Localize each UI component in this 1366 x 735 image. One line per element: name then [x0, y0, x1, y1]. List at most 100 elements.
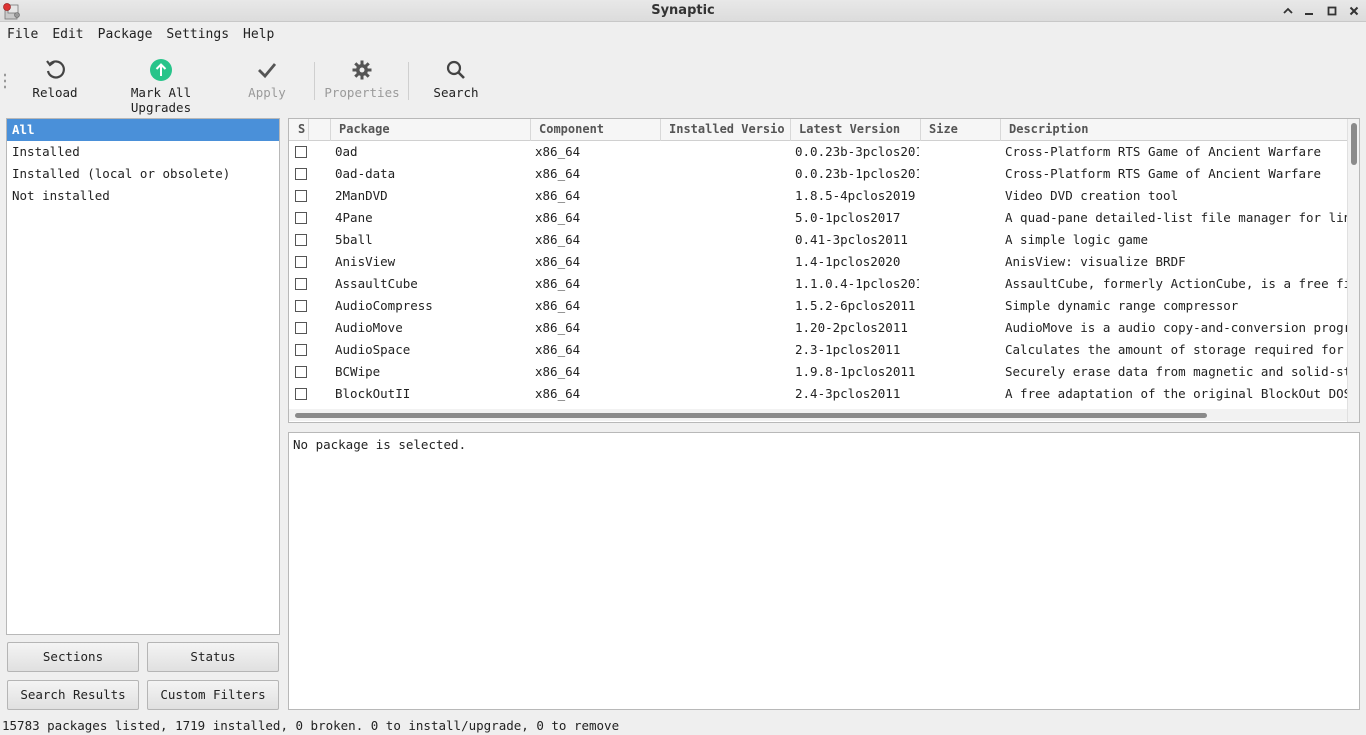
cell-installed-version	[665, 317, 789, 339]
package-list: S Package Component Installed Versio Lat…	[288, 118, 1360, 423]
package-checkbox[interactable]	[295, 146, 307, 158]
cell-size	[925, 229, 1001, 251]
search-results-button[interactable]: Search Results	[7, 680, 139, 710]
menu-help[interactable]: Help	[236, 24, 281, 46]
cell-component: x86_64	[535, 144, 581, 159]
cell-package: 4Pane	[335, 210, 373, 225]
cell-package: BCWipe	[335, 364, 381, 379]
mark-all-upgrades-label: Mark All Upgrades	[130, 85, 192, 115]
minimize-icon[interactable]	[1301, 3, 1317, 19]
cell-installed-version	[665, 273, 789, 295]
cell-component: x86_64	[535, 276, 581, 291]
cell-description: A quad-pane detailed-list file manager f…	[1005, 210, 1349, 225]
cell-description: Video DVD creation tool	[1005, 188, 1179, 203]
package-list-header: S Package Component Installed Versio Lat…	[289, 119, 1349, 141]
sections-button[interactable]: Sections	[7, 642, 139, 672]
vertical-scrollbar[interactable]	[1347, 119, 1359, 422]
filter-item-installed-local-obsolete[interactable]: Installed (local or obsolete)	[7, 163, 279, 185]
column-header-status[interactable]: S	[289, 119, 309, 141]
search-icon	[430, 58, 482, 82]
properties-label: Properties	[324, 85, 400, 100]
maximize-chevron-icon[interactable]	[1280, 3, 1296, 19]
mark-all-upgrades-button[interactable]: Mark All Upgrades	[98, 58, 224, 115]
window-title: Synaptic	[651, 3, 715, 18]
menu-bar: File Edit Package Settings Help	[0, 24, 1366, 46]
search-label: Search	[433, 85, 479, 100]
cell-installed-version	[665, 383, 789, 405]
cell-latest-version: 2.3-1pclos2011	[795, 342, 901, 357]
package-checkbox[interactable]	[295, 190, 307, 202]
column-header-description[interactable]: Description	[1001, 119, 1349, 141]
package-checkbox[interactable]	[295, 322, 307, 334]
table-row[interactable]: 0ad-data x86_64 0.0.23b-1pclos2018 Cross-Pl…	[289, 163, 1349, 185]
filter-item-all[interactable]: All	[7, 119, 279, 141]
table-row[interactable]: 2ManDVD x86_64 1.8.5-4pclos2019 Video DVD c…	[289, 185, 1349, 207]
vertical-scrollbar-thumb[interactable]	[1351, 123, 1357, 165]
package-checkbox[interactable]	[295, 234, 307, 246]
package-checkbox[interactable]	[295, 256, 307, 268]
column-header-package[interactable]: Package	[331, 119, 531, 141]
cell-size	[925, 317, 1001, 339]
cell-latest-version: 0.0.23b-3pclos2019	[795, 144, 919, 159]
properties-button[interactable]: Properties	[324, 58, 400, 106]
table-row[interactable]: 5ball x86_64 0.41-3pclos2011 A simple logic…	[289, 229, 1349, 251]
cell-component: x86_64	[535, 254, 581, 269]
menu-edit[interactable]: Edit	[45, 24, 90, 46]
reload-button[interactable]: Reload	[28, 58, 82, 106]
search-button[interactable]: Search	[430, 58, 482, 106]
cell-latest-version: 1.4-1pclos2020	[795, 254, 901, 269]
restore-icon[interactable]	[1324, 3, 1340, 19]
menu-file[interactable]: File	[0, 24, 45, 46]
custom-filters-button[interactable]: Custom Filters	[147, 680, 279, 710]
horizontal-scrollbar-thumb[interactable]	[295, 413, 1207, 418]
column-header-size[interactable]: Size	[921, 119, 1001, 141]
table-row[interactable]: 4Pane x86_64 5.0-1pclos2017 A quad-pane det…	[289, 207, 1349, 229]
cell-latest-version: 0.0.23b-1pclos2018	[795, 166, 919, 181]
close-icon[interactable]	[1346, 3, 1362, 19]
cell-component: x86_64	[535, 166, 581, 181]
cell-size	[925, 383, 1001, 405]
cell-latest-version: 1.8.5-4pclos2019	[795, 188, 916, 203]
table-row[interactable]: AnisView x86_64 1.4-1pclos2020 AnisView: vi…	[289, 251, 1349, 273]
toolbar-grip[interactable]	[3, 72, 7, 90]
cell-package: 5ball	[335, 232, 373, 247]
column-header-support[interactable]	[309, 119, 331, 141]
cell-component: x86_64	[535, 386, 581, 401]
table-row[interactable]: AudioCompress x86_64 1.5.2-6pclos2011 Simpl…	[289, 295, 1349, 317]
table-row[interactable]: BlockOutII x86_64 2.4-3pclos2011 A free ada…	[289, 383, 1349, 405]
cell-installed-version	[665, 339, 789, 361]
reload-label: Reload	[32, 85, 78, 100]
column-header-latest-version[interactable]: Latest Version	[791, 119, 921, 141]
cell-size	[925, 273, 1001, 295]
column-header-installed-version[interactable]: Installed Versio	[661, 119, 791, 141]
apply-button[interactable]: Apply	[242, 58, 292, 106]
filter-item-installed[interactable]: Installed	[7, 141, 279, 163]
package-checkbox[interactable]	[295, 168, 307, 180]
cell-installed-version	[665, 163, 789, 185]
package-checkbox[interactable]	[295, 388, 307, 400]
menu-settings[interactable]: Settings	[159, 24, 236, 46]
package-checkbox[interactable]	[295, 278, 307, 290]
table-row[interactable]: 0ad x86_64 0.0.23b-3pclos2019 Cross-Platfor…	[289, 141, 1349, 163]
column-header-component[interactable]: Component	[531, 119, 661, 141]
table-row[interactable]: BCWipe x86_64 1.9.8-1pclos2011 Securely era…	[289, 361, 1349, 383]
cell-description: AnisView: visualize BRDF	[1005, 254, 1186, 269]
table-row[interactable]: AssaultCube x86_64 1.1.0.4-1pclos2012 Assau…	[289, 273, 1349, 295]
package-checkbox[interactable]	[295, 212, 307, 224]
cell-description: AssaultCube, formerly ActionCube, is a f…	[1005, 276, 1349, 291]
cell-installed-version	[665, 207, 789, 229]
horizontal-scrollbar[interactable]	[289, 409, 1349, 421]
cell-component: x86_64	[535, 188, 581, 203]
status-button[interactable]: Status	[147, 642, 279, 672]
filter-item-not-installed[interactable]: Not installed	[7, 185, 279, 207]
table-row[interactable]: AudioSpace x86_64 2.3-1pclos2011 Calculates…	[289, 339, 1349, 361]
cell-size	[925, 185, 1001, 207]
package-checkbox[interactable]	[295, 300, 307, 312]
table-row[interactable]: AudioMove x86_64 1.20-2pclos2011 AudioMove …	[289, 317, 1349, 339]
menu-package[interactable]: Package	[91, 24, 160, 46]
package-checkbox[interactable]	[295, 344, 307, 356]
cell-size	[925, 163, 1001, 185]
cell-package: BlockOutII	[335, 386, 411, 401]
package-checkbox[interactable]	[295, 366, 307, 378]
cell-package: 0ad-data	[335, 166, 396, 181]
